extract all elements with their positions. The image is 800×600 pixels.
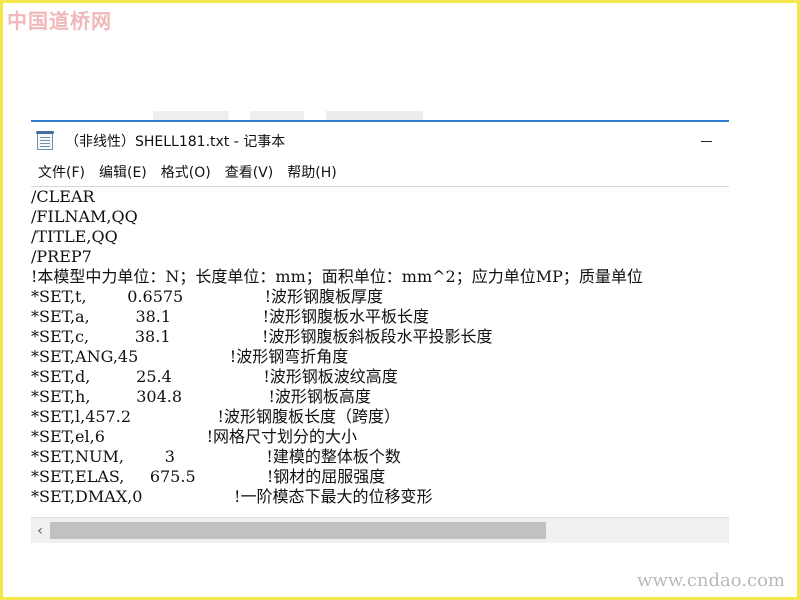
window-controls — [683, 122, 729, 160]
minimize-button[interactable] — [683, 122, 729, 160]
minimize-icon — [700, 140, 712, 142]
editor-line: *SET,a, 38.1 !波形钢腹板水平板长度 — [31, 307, 430, 326]
scrollbar-thumb[interactable] — [50, 522, 546, 539]
editor-line: *SET,NUM, 3 !建模的整体板个数 — [31, 447, 401, 466]
watermark-top: 中国道桥网 — [7, 9, 112, 33]
scroll-left-button[interactable]: ‹ — [31, 518, 49, 543]
editor-line: *SET,l,457.2 !波形钢腹板长度（跨度） — [31, 407, 400, 426]
notepad-icon — [36, 131, 54, 150]
editor-line: *SET,d, 25.4 !波形钢板波纹高度 — [31, 367, 398, 386]
editor-line: *SET,DMAX,0 !一阶模态下最大的位移变形 — [31, 487, 433, 506]
editor-line: *SET,ELAS, 675.5 !钢材的屈服强度 — [31, 467, 386, 486]
menu-edit[interactable]: 编辑(E) — [92, 160, 154, 186]
notepad-window: （非线性）SHELL181.txt - 记事本 文件(F) 编辑(E) 格式(O… — [31, 120, 729, 543]
editor-line: *SET,c, 38.1 !波形钢腹板斜板段水平投影长度 — [31, 327, 493, 346]
watermark-bottom: www.cndao.com — [637, 570, 785, 591]
menu-file[interactable]: 文件(F) — [31, 160, 92, 186]
editor-line: /PREP7 — [31, 247, 92, 266]
title-bar[interactable]: （非线性）SHELL181.txt - 记事本 — [31, 122, 729, 160]
editor-line: *SET,ANG,45 !波形钢弯折角度 — [31, 347, 349, 366]
menu-view[interactable]: 查看(V) — [218, 160, 281, 186]
horizontal-scrollbar[interactable]: ‹ — [31, 517, 729, 543]
menu-help[interactable]: 帮助(H) — [280, 160, 343, 186]
editor-line: *SET,el,6 !网格尺寸划分的大小 — [31, 427, 358, 446]
window-title: （非线性）SHELL181.txt - 记事本 — [65, 134, 286, 150]
editor-line: /CLEAR — [31, 187, 95, 206]
editor-line: !本模型中力单位：N；长度单位：mm；面积单位：mm^2；应力单位MP；质量单位 — [31, 267, 643, 286]
menu-bar: 文件(F) 编辑(E) 格式(O) 查看(V) 帮助(H) — [31, 160, 729, 186]
editor-line: /FILNAM,QQ — [31, 207, 138, 226]
editor-line: *SET,t, 0.6575 !波形钢腹板厚度 — [31, 287, 384, 306]
menu-format[interactable]: 格式(O) — [154, 160, 218, 186]
text-editor[interactable]: /CLEAR /FILNAM,QQ /TITLE,QQ /PREP7 !本模型中… — [31, 186, 729, 521]
editor-line: /TITLE,QQ — [31, 227, 118, 246]
editor-line: *SET,h, 304.8 !波形钢板高度 — [31, 387, 371, 406]
